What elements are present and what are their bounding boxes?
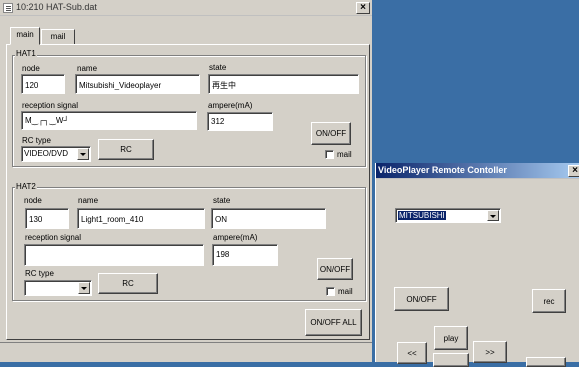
hat1-reception-field[interactable]: M‿┌┐‿W┘ [21,111,197,130]
hat2-mail-checkbox[interactable] [326,287,335,296]
chevron-down-icon[interactable] [78,282,90,294]
hat2-reception-label: reception signal [25,233,82,242]
hat1-rc-button[interactable]: RC [98,139,154,160]
play-button[interactable]: play [434,326,468,350]
hat1-ampere-field[interactable]: 312 [207,112,273,131]
hat1-group-label: HAT1 [15,49,37,58]
remote-window-title: VideoPlayer Remote Contoller [378,165,507,175]
hat1-mail-label: mail [337,150,352,159]
hat1-rctype-value: VIDEO/DVD [24,149,69,158]
hat2-state-label: state [213,196,231,205]
hat2-node-field[interactable]: 130 [25,208,69,229]
hat1-node-label: node [22,64,40,73]
hat2-mail-label: mail [338,287,353,296]
window-title: 10:210 HAT-Sub.dat [16,2,97,12]
forward-button[interactable]: >> [473,341,507,363]
hat2-rc-button[interactable]: RC [98,273,158,294]
rec-button[interactable]: rec [532,289,566,313]
chevron-down-icon[interactable] [77,148,89,160]
stop-button[interactable] [433,353,469,367]
remote-onoff-button[interactable]: ON/OFF [394,287,449,311]
hat1-name-label: name [77,64,98,73]
hat1-state-label: state [209,63,227,72]
maker-select[interactable]: MITSUBISHI [395,208,501,223]
hat1-name-field[interactable]: Mitsubishi_Videoplayer [75,74,200,94]
close-button[interactable]: × [356,2,370,14]
hat2-ampere-field[interactable]: 198 [212,244,278,266]
hat1-onoff-button[interactable]: ON/OFF [311,122,351,145]
hat1-mail-checkbox[interactable] [325,150,334,159]
remote-close-button[interactable]: × [568,165,579,177]
hat2-name-field[interactable]: Light1_room_410 [77,208,205,229]
hat1-state-field[interactable]: 再生中 [208,74,359,94]
hat1-reception-label: reception signal [22,101,79,110]
hat1-node-field[interactable]: 120 [21,74,65,94]
hat1-ampere-label: ampere(mA) [208,101,253,110]
hat-sub-window: 10:210 HAT-Sub.dat × main mail HAT1 node… [0,0,372,362]
chevron-down-icon[interactable] [487,210,499,221]
remote-controller-window: VideoPlayer Remote Contoller × MITSUBISH… [375,163,579,367]
status-strip [0,342,372,343]
tab-mail[interactable]: mail [41,29,75,45]
hat2-rctype-label: RC type [25,269,54,278]
hat2-state-field[interactable]: ON [211,208,326,229]
tab-main[interactable]: main [10,27,40,45]
hat2-node-label: node [24,196,42,205]
hat2-reception-field[interactable] [24,244,204,266]
hat2-group-label: HAT2 [15,182,37,191]
hat2-onoff-button[interactable]: ON/OFF [317,258,353,280]
hat2-rctype-select[interactable] [24,280,92,296]
extra-button[interactable] [526,357,566,367]
rewind-button[interactable]: << [397,342,427,364]
maker-value: MITSUBISHI [398,211,446,220]
hat1-rctype-label: RC type [22,136,51,145]
app-icon [3,3,13,13]
hat1-rctype-select[interactable]: VIDEO/DVD [21,146,91,162]
hat2-name-label: name [78,196,99,205]
remote-titlebar[interactable]: VideoPlayer Remote Contoller × [376,163,579,179]
hat-sub-titlebar[interactable]: 10:210 HAT-Sub.dat × [0,0,372,16]
onoff-all-button[interactable]: ON/OFF ALL [305,309,362,336]
hat2-ampere-label: ampere(mA) [213,233,258,242]
